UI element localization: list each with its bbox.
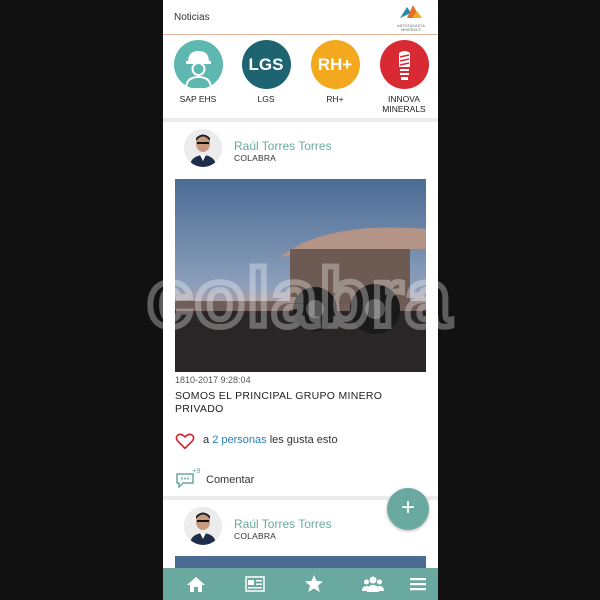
antofagasta-logo: ANTOFAGASTA MINERALS <box>394 3 428 32</box>
comment-count-badge: +9 <box>192 466 201 475</box>
mountain-logo-icon <box>400 5 422 18</box>
menu-icon[interactable] <box>408 575 428 593</box>
author-org: COLABRA <box>234 153 277 163</box>
section-divider <box>163 118 438 122</box>
app-label: LGS <box>257 94 275 104</box>
likes-text: a 2 personas les gusta esto <box>203 434 338 446</box>
app-rh-plus[interactable]: RH+ RH+ <box>300 40 370 104</box>
post-date: 1810-2017 9:28:04 <box>175 375 251 385</box>
likes-prefix: a <box>203 434 210 446</box>
news-icon[interactable] <box>244 575 266 593</box>
app-label: SAP EHS <box>179 94 217 104</box>
app-label: RH+ <box>326 94 344 104</box>
likes-suffix: les gusta esto <box>269 434 338 446</box>
author-name[interactable]: Raúl Torres Torres <box>234 517 332 531</box>
post-image-preview[interactable] <box>175 556 426 568</box>
colabra-watermark: colabra <box>144 262 454 342</box>
app-innova-minerals[interactable]: INNOVA MINERALS <box>369 40 438 114</box>
users-icon[interactable] <box>362 575 384 593</box>
watermark-text: colabra <box>147 262 453 342</box>
rh-plus-logo-icon: RH+ <box>310 40 360 89</box>
heart-icon[interactable] <box>175 432 195 450</box>
avatar[interactable] <box>184 129 222 167</box>
lgs-logo-icon: LGS <box>241 40 291 89</box>
app-lgs[interactable]: LGS LGS <box>231 40 301 104</box>
top-bar: Noticias ANTOFAGASTA MINERALS <box>163 0 438 35</box>
avatar[interactable] <box>184 507 222 545</box>
post-headline[interactable]: SOMOS EL PRINCIPAL GRUPO MINERO PRIVADO <box>175 390 415 416</box>
home-icon[interactable] <box>186 575 206 593</box>
worker-helmet-icon <box>173 40 223 89</box>
lightbulb-icon <box>379 40 429 89</box>
bottom-nav-bar <box>163 568 438 600</box>
app-label: INNOVA MINERALS <box>382 94 426 114</box>
likes-count-link[interactable]: 2 personas <box>212 434 266 446</box>
logo-text-2: MINERALS <box>401 28 421 32</box>
page-title: Noticias <box>174 12 210 23</box>
star-icon[interactable] <box>304 575 324 593</box>
add-post-button[interactable]: + <box>387 488 429 530</box>
app-sap-ehs[interactable]: SAP EHS <box>163 40 233 104</box>
author-org: COLABRA <box>234 531 277 541</box>
author-name[interactable]: Raúl Torres Torres <box>234 139 332 153</box>
comment-button-label[interactable]: Comentar <box>206 474 254 486</box>
app-shortcuts: SAP EHS LGS LGS RH+ RH+ INNOVA MINERALS <box>163 40 438 120</box>
